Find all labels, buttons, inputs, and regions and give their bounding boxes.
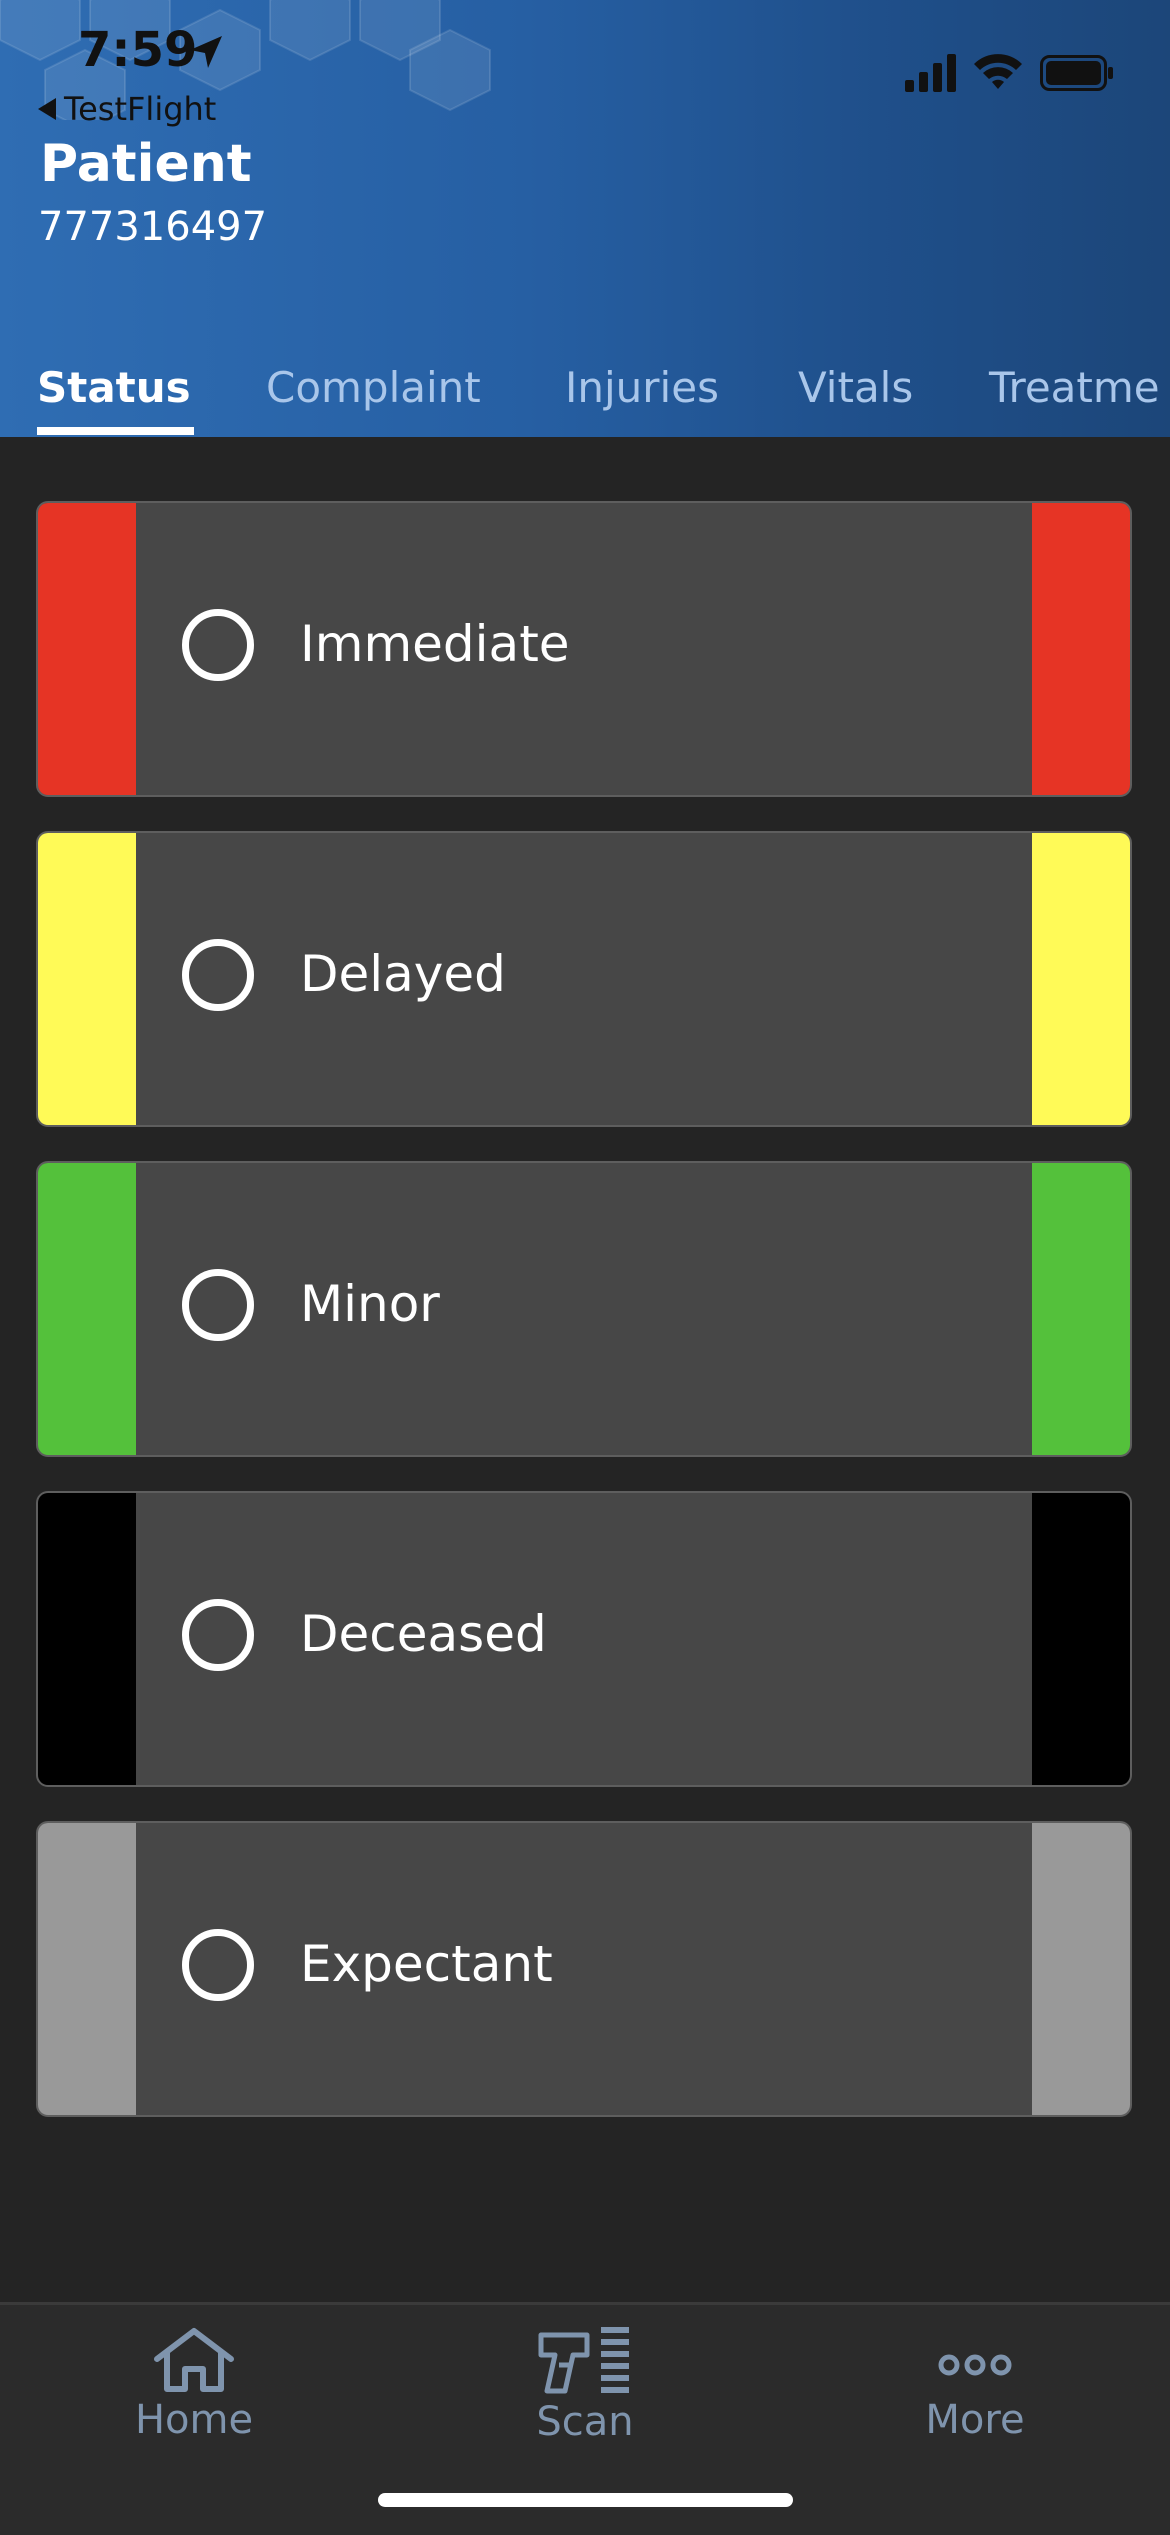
status-time: 7:59	[78, 22, 198, 78]
tab-vitals[interactable]: Vitals	[798, 363, 913, 412]
radio-button[interactable]	[182, 939, 254, 1011]
location-arrow-icon	[190, 36, 222, 68]
status-option-immediate[interactable]: Immediate	[36, 501, 1132, 797]
battery-icon	[1040, 55, 1113, 91]
status-label: Immediate	[300, 615, 570, 673]
status-color-bar-left	[38, 1823, 136, 2115]
nav-more-label: More	[925, 2397, 1025, 2443]
status-color-bar-right	[1032, 1163, 1130, 1455]
page-title: Patient	[40, 134, 252, 194]
wifi-icon	[974, 54, 1022, 89]
nav-more[interactable]: More	[845, 2325, 1105, 2443]
status-color-bar-left	[38, 1163, 136, 1455]
status-option-minor[interactable]: Minor	[36, 1161, 1132, 1457]
nav-scan-label: Scan	[536, 2399, 634, 2445]
more-icon	[938, 2354, 1012, 2376]
back-label: TestFlight	[64, 90, 217, 128]
active-tab-indicator	[37, 427, 194, 435]
nav-scan[interactable]: Scan	[455, 2325, 715, 2445]
radio-button[interactable]	[182, 1929, 254, 2001]
status-color-bar-right	[1032, 1493, 1130, 1785]
status-label: Expectant	[300, 1935, 553, 1993]
status-color-bar-left	[38, 833, 136, 1125]
tab-status[interactable]: Status	[37, 363, 191, 412]
scanner-icon	[538, 2327, 629, 2394]
nav-home-label: Home	[134, 2397, 254, 2443]
tab-treatments[interactable]: Treatme	[989, 363, 1160, 412]
status-option-delayed[interactable]: Delayed	[36, 831, 1132, 1127]
status-color-bar-right	[1032, 833, 1130, 1125]
status-color-bar-right	[1032, 503, 1130, 795]
tab-bar: Status Complaint Injuries Vitals Treatme	[0, 355, 1170, 437]
status-color-bar-left	[38, 503, 136, 795]
back-to-testflight-link[interactable]: TestFlight	[38, 90, 216, 128]
status-label: Deceased	[300, 1605, 547, 1663]
home-indicator[interactable]	[378, 2493, 793, 2507]
status-color-bar-left	[38, 1493, 136, 1785]
status-option-expectant[interactable]: Expectant	[36, 1821, 1132, 2117]
home-icon	[154, 2328, 234, 2392]
header: 7:59 TestFlight Patient 777316497 Status…	[0, 0, 1170, 437]
status-option-deceased[interactable]: Deceased	[36, 1491, 1132, 1787]
radio-button[interactable]	[182, 609, 254, 681]
patient-id: 777316497	[38, 204, 268, 250]
tab-complaint[interactable]: Complaint	[266, 363, 481, 412]
status-label: Delayed	[300, 945, 506, 1003]
status-label: Minor	[300, 1275, 440, 1333]
tab-injuries[interactable]: Injuries	[565, 363, 719, 412]
radio-button[interactable]	[182, 1599, 254, 1671]
radio-button[interactable]	[182, 1269, 254, 1341]
back-arrow-icon	[38, 98, 56, 120]
status-color-bar-right	[1032, 1823, 1130, 2115]
cellular-signal-icon	[905, 54, 956, 92]
nav-home[interactable]: Home	[64, 2325, 324, 2443]
